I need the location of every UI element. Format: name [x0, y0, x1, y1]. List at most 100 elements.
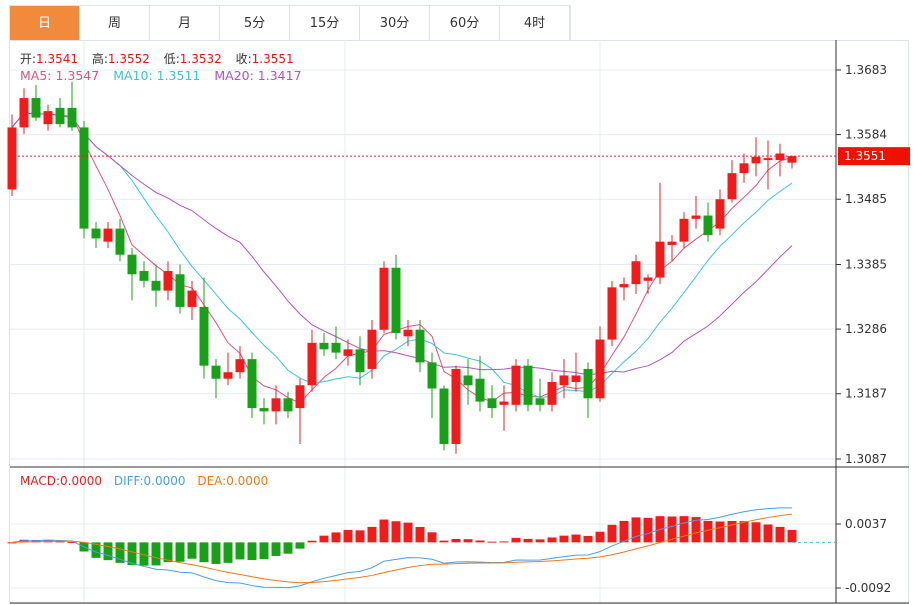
candle	[19, 98, 29, 128]
candle	[643, 277, 653, 281]
low-value: 1.3532	[179, 52, 222, 66]
macd-bar	[511, 537, 521, 543]
candle	[67, 107, 77, 128]
macd-bar	[415, 526, 425, 543]
candle	[115, 228, 125, 255]
candle	[235, 359, 245, 373]
candle	[427, 362, 437, 389]
macd-bar	[583, 535, 593, 543]
macd-bar	[595, 531, 605, 543]
candle	[307, 342, 317, 386]
macd-bar	[355, 530, 365, 543]
macd-bar	[487, 541, 497, 543]
macd-bar	[307, 540, 317, 543]
macd-legend: MACD:0.0000 DIFF:0.0000 DEA:0.0000	[20, 474, 268, 488]
candle	[199, 306, 209, 366]
macd-bar	[643, 517, 653, 543]
macd-bar	[283, 542, 293, 554]
candle	[163, 271, 173, 291]
macd-bar	[379, 519, 389, 543]
macd-bar	[199, 542, 209, 563]
macd-bar	[211, 542, 221, 564]
candle	[391, 267, 401, 334]
dea-label: DEA:0.0000	[197, 474, 269, 488]
candle	[55, 107, 65, 125]
candle	[127, 254, 137, 275]
macd-bar	[763, 524, 773, 543]
candle	[751, 156, 761, 164]
ohlc-info: 开:1.3541 高:1.3552 低:1.3532 收:1.3551	[20, 50, 304, 67]
ma5-label: MA5: 1.3547	[20, 68, 100, 83]
macd-label: MACD:0.0000	[20, 474, 103, 488]
ma-legend: MA5: 1.3547 MA10: 1.3511 MA20: 1.3417	[20, 68, 302, 83]
macd-bar	[367, 526, 377, 543]
macd-bar	[175, 542, 185, 562]
candle	[499, 401, 509, 405]
candle	[523, 365, 533, 405]
candle	[295, 385, 305, 409]
candle	[343, 349, 353, 356]
close-label: 收:	[235, 52, 252, 66]
high-label: 高:	[91, 52, 108, 66]
macd-bar	[223, 542, 233, 563]
candle	[511, 365, 521, 405]
macd-bar	[439, 540, 449, 543]
macd-bar	[247, 542, 257, 561]
candle	[691, 215, 701, 219]
open-label: 开:	[20, 52, 37, 66]
ma10-label: MA10: 1.3511	[113, 68, 201, 83]
candle	[355, 349, 365, 373]
candle	[775, 153, 785, 161]
candlestick-chart[interactable]: 1.3683 1.3584 1.3485 1.3385 1.3286 1.3187 1.30…	[0, 0, 915, 605]
candle	[667, 241, 677, 245]
candle	[583, 368, 593, 399]
candle	[31, 98, 41, 118]
macd-bar	[679, 516, 689, 543]
candle	[451, 368, 461, 444]
macd-bar	[607, 524, 617, 543]
candle	[7, 127, 17, 190]
candle	[151, 280, 161, 291]
candle	[679, 218, 689, 242]
macd-bar	[775, 526, 785, 543]
candle	[271, 398, 281, 412]
candle	[103, 228, 113, 242]
candle	[475, 378, 485, 402]
macd-bar	[391, 521, 401, 543]
macd-bar	[535, 539, 545, 543]
candle	[247, 359, 257, 409]
macd-bar	[523, 538, 533, 543]
candle	[715, 199, 725, 229]
macd-bar	[259, 542, 269, 560]
close-value: 1.3551	[251, 52, 294, 66]
last-price-label: 1.3551	[844, 149, 886, 163]
price-tick-label: 1.3385	[845, 258, 887, 272]
macd-bar	[703, 520, 713, 543]
candle	[571, 375, 581, 382]
macd-bar	[331, 532, 341, 543]
candle	[787, 156, 797, 163]
macd-bar	[343, 529, 353, 543]
candle	[607, 287, 617, 340]
candle	[283, 398, 293, 412]
macd-bar	[295, 542, 305, 549]
candle	[43, 111, 53, 125]
macd-bar	[631, 517, 641, 543]
candle	[439, 388, 449, 444]
price-tick-label: 1.3286	[845, 322, 887, 336]
macd-bar	[427, 532, 437, 543]
macd-bar	[271, 542, 281, 556]
macd-bar	[571, 534, 581, 543]
candle	[415, 329, 425, 363]
price-tick-label: 1.3584	[845, 128, 887, 142]
candle	[79, 127, 89, 229]
macd-bar	[403, 522, 413, 543]
candle	[703, 215, 713, 236]
price-tick-label: 1.3485	[845, 192, 887, 206]
candle	[763, 158, 773, 161]
candle	[655, 241, 665, 278]
macd-bar	[451, 539, 461, 543]
macd-bar	[619, 520, 629, 543]
candle	[259, 408, 269, 412]
macd-bar	[559, 535, 569, 543]
